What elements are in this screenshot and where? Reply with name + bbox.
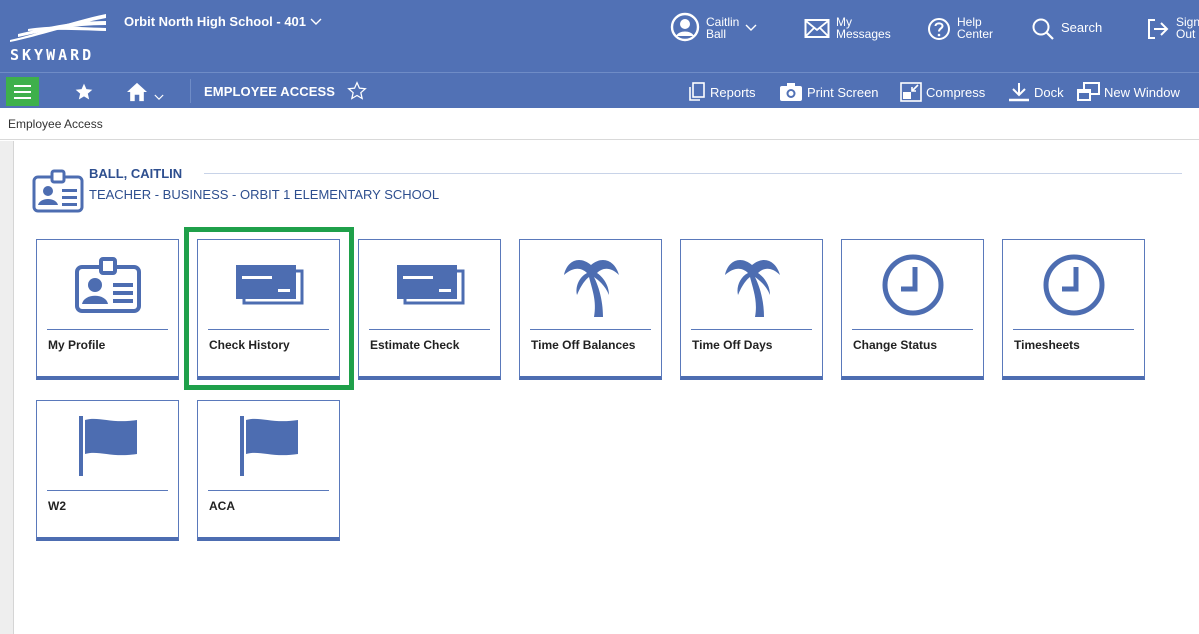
tile-time-off-days[interactable]: Time Off Days — [680, 239, 823, 380]
dock-icon — [1009, 83, 1029, 102]
favorites-button[interactable] — [64, 77, 104, 106]
dock-label: Dock — [1034, 84, 1064, 100]
logo-wordmark: SKYWARD — [10, 46, 95, 64]
user-avatar-icon — [670, 12, 700, 42]
new-window-icon — [1077, 82, 1100, 101]
tile-divider — [1013, 329, 1134, 330]
tile-estimate-check[interactable]: Estimate Check — [358, 239, 501, 380]
tile-my-profile[interactable]: My Profile — [36, 239, 179, 380]
tile-label: Time Off Days — [692, 338, 773, 352]
search-button[interactable]: Search — [1031, 12, 1102, 60]
tile-divider — [530, 329, 651, 330]
tile-label: Timesheets — [1014, 338, 1080, 352]
palm-tree-icon — [563, 260, 619, 317]
tile-timesheets[interactable]: Timesheets — [1002, 239, 1145, 380]
flag-icon — [239, 416, 298, 476]
id-card-icon — [74, 257, 141, 313]
tile-divider — [691, 329, 812, 330]
compress-label: Compress — [926, 84, 986, 100]
tile-divider — [208, 490, 329, 491]
camera-icon — [780, 83, 802, 101]
home-button[interactable] — [126, 77, 186, 106]
tile-divider — [208, 329, 329, 330]
help-line2: Center — [957, 27, 994, 41]
employee-role: TEACHER - BUSINESS - ORBIT 1 ELEMENTARY … — [89, 187, 440, 202]
tile-label: Check History — [209, 338, 290, 352]
tile-label: W2 — [48, 499, 66, 513]
my-messages-button[interactable]: My Messages — [804, 12, 891, 60]
tile-label: Estimate Check — [370, 338, 460, 352]
tile-aca[interactable]: ACA — [197, 400, 340, 541]
tile-label: Time Off Balances — [531, 338, 636, 352]
menu-bar-icon — [14, 84, 31, 87]
new-window-label: New Window — [1104, 84, 1180, 100]
help-center-button[interactable]: Help Center — [927, 12, 993, 60]
print-screen-label: Print Screen — [807, 84, 879, 100]
employee-name: BALL, CAITLIN — [89, 166, 183, 181]
tile-divider — [47, 329, 168, 330]
logo-swoosh-icon — [10, 14, 106, 42]
reports-label: Reports — [710, 84, 756, 100]
school-selector[interactable]: Orbit North High School - 401 — [124, 14, 322, 29]
flag-icon — [78, 416, 137, 476]
chevron-down-icon — [154, 94, 164, 100]
print-screen-button[interactable]: Print Screen — [779, 81, 879, 103]
section-divider — [204, 173, 1182, 174]
star-outline-icon — [347, 81, 367, 100]
tile-change-status[interactable]: Change Status — [841, 239, 984, 380]
menu-button[interactable] — [6, 77, 39, 106]
messages-line2: Messages — [836, 27, 891, 41]
clock-icon — [882, 254, 943, 316]
tile-w2[interactable]: W2 — [36, 400, 179, 541]
chevron-down-icon — [745, 24, 757, 31]
tile-time-off-balances[interactable]: Time Off Balances — [519, 239, 662, 380]
tile-divider — [47, 490, 168, 491]
reports-button[interactable]: Reports — [688, 81, 756, 103]
breadcrumb-bar: Employee Access — [0, 108, 1199, 140]
sign-out-icon — [1148, 19, 1169, 39]
home-icon — [127, 82, 147, 101]
top-header: SKYWARD Orbit North High School - 401 Ca… — [0, 0, 1199, 72]
tile-divider — [852, 329, 973, 330]
clock-icon — [1043, 254, 1104, 316]
reports-icon — [689, 82, 705, 101]
employee-id-icon — [32, 169, 84, 213]
nav-divider — [190, 79, 191, 103]
search-icon — [1032, 18, 1054, 40]
user-menu[interactable]: Caitlin Ball — [670, 12, 757, 60]
tile-check-history[interactable]: Check History — [197, 239, 340, 380]
dock-button[interactable]: Dock — [1008, 81, 1064, 103]
tile-label: Change Status — [853, 338, 938, 352]
star-filled-icon — [75, 83, 93, 99]
page-title: EMPLOYEE ACCESS — [204, 84, 336, 99]
tile-divider — [369, 329, 490, 330]
user-last-name: Ball — [706, 27, 727, 41]
left-gutter — [0, 141, 14, 634]
chevron-down-icon — [310, 18, 322, 25]
menu-bar-icon — [14, 96, 31, 99]
compress-button[interactable]: Compress — [900, 81, 985, 103]
add-favorite-button[interactable] — [347, 81, 367, 106]
compress-icon — [900, 82, 922, 102]
help-circle-icon — [928, 18, 950, 40]
school-name: Orbit North High School - 401 — [124, 14, 307, 29]
check-stack-icon — [235, 265, 303, 305]
sign-out-button[interactable]: Sign Out — [1146, 12, 1199, 60]
search-label: Search — [1061, 20, 1103, 35]
check-stack-icon — [396, 265, 464, 305]
palm-tree-icon — [724, 260, 780, 317]
signout-line2: Out — [1176, 27, 1196, 41]
menu-bar-icon — [14, 90, 31, 93]
nav-bar: EMPLOYEE ACCESS Reports Print Screen Com… — [0, 72, 1199, 108]
new-window-button[interactable]: New Window — [1076, 81, 1180, 103]
tile-label: ACA — [209, 499, 235, 513]
envelope-icon — [804, 19, 830, 38]
breadcrumb: Employee Access — [8, 117, 103, 131]
skyward-logo[interactable]: SKYWARD — [6, 6, 114, 66]
tile-label: My Profile — [48, 338, 106, 352]
